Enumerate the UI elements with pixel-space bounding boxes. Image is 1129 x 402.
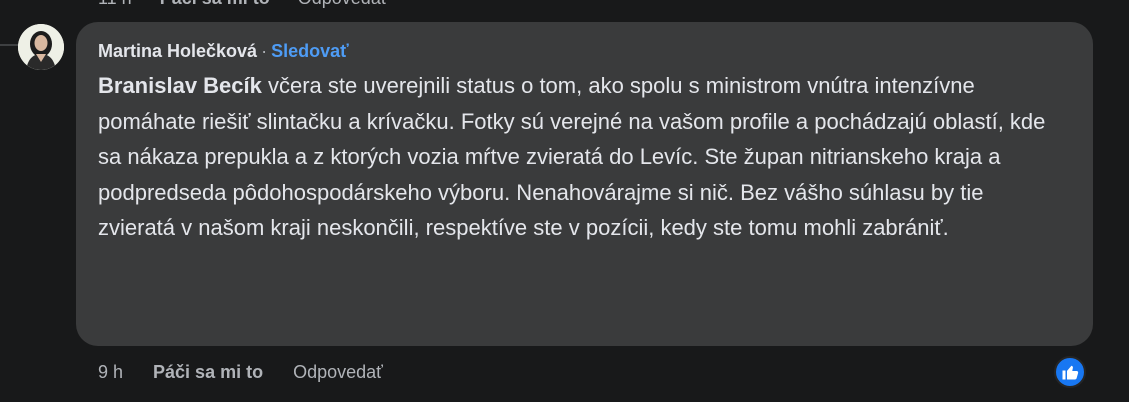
- comment-header: Martina Holečková · Sledovať: [98, 38, 1071, 64]
- comment-text: včera ste uverejnili status o tom, ako s…: [98, 73, 1046, 240]
- header-separator: ·: [261, 41, 268, 61]
- previous-comment-time[interactable]: 11 h: [98, 0, 132, 8]
- comment-body: Branislav Becík včera ste uverejnili sta…: [98, 68, 1058, 246]
- mention-link[interactable]: Branislav Becík: [98, 73, 262, 98]
- comment-actions: 9 h Páči sa mi to Odpovedať: [98, 362, 383, 383]
- reply-button[interactable]: Odpovedať: [293, 362, 383, 383]
- comment-timestamp[interactable]: 9 h: [98, 362, 123, 383]
- reaction-badge[interactable]: [1054, 356, 1086, 388]
- avatar-image: [18, 24, 64, 70]
- follow-button[interactable]: Sledovať: [271, 41, 349, 61]
- previous-like-button[interactable]: Páči sa mi to: [160, 0, 270, 8]
- comment-bubble: Martina Holečková · Sledovať Branislav Bec…: [76, 22, 1093, 346]
- like-button[interactable]: Páči sa mi to: [153, 362, 263, 383]
- comment-author-link[interactable]: Martina Holečková: [98, 41, 257, 61]
- comment-thread: 11 h Páči sa mi to Odpovedať Martina Hol…: [0, 0, 1129, 402]
- avatar[interactable]: [18, 24, 64, 70]
- thread-connector: [0, 44, 18, 46]
- previous-comment-actions: 11 h Páči sa mi to Odpovedať: [98, 0, 388, 8]
- previous-reply-button[interactable]: Odpovedať: [298, 0, 388, 8]
- thumbs-up-icon: [1062, 365, 1079, 380]
